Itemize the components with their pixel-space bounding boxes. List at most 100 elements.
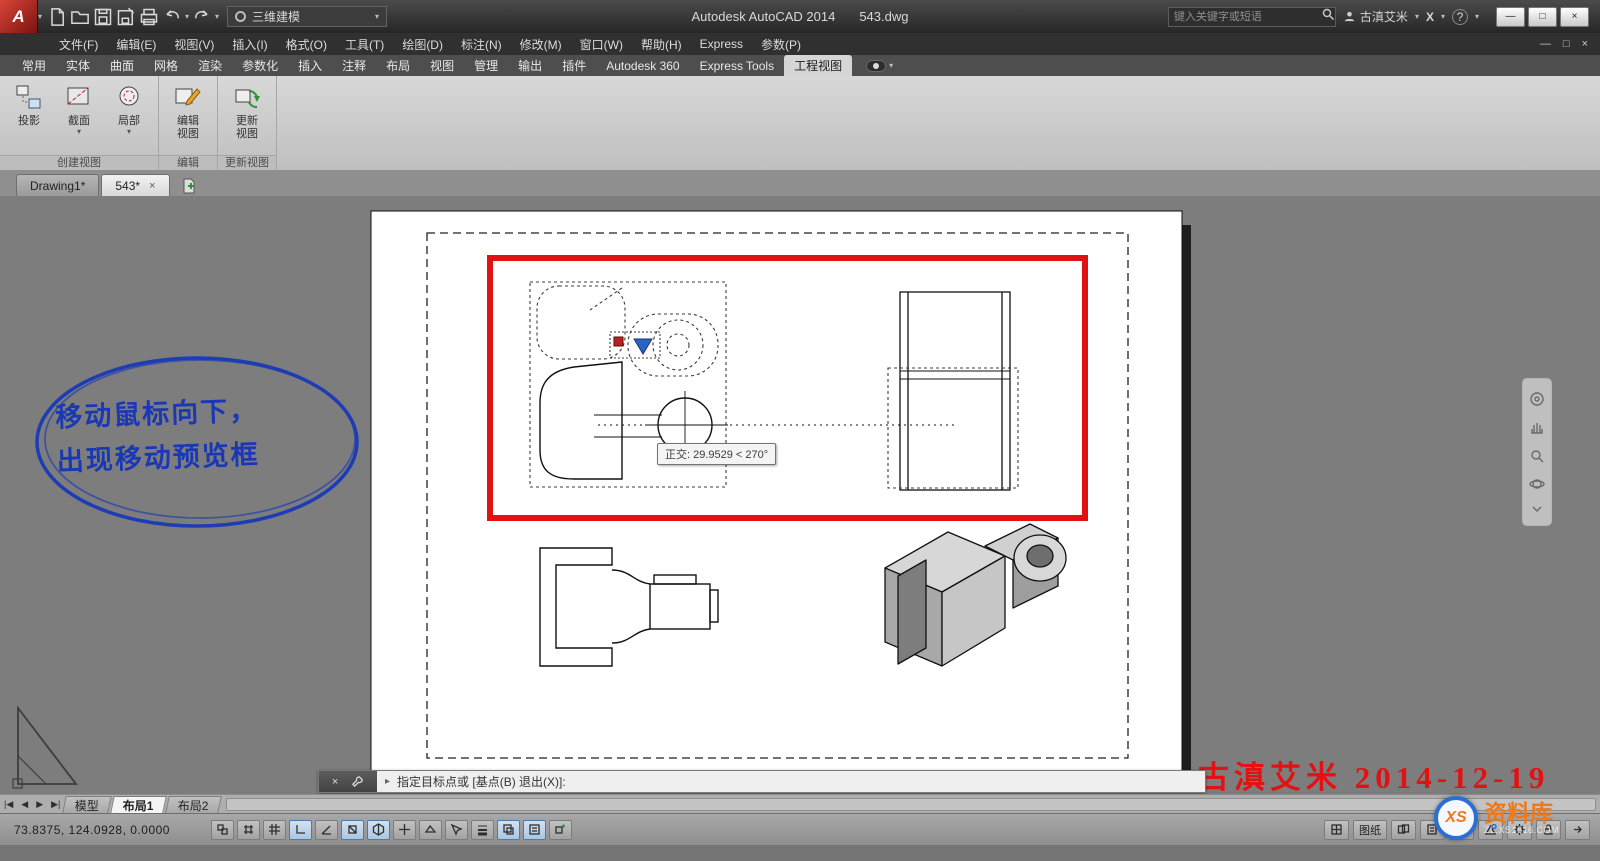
model-viewport-button[interactable] — [1324, 820, 1349, 840]
menu-edit[interactable]: 编辑(E) — [107, 33, 165, 55]
menu-express[interactable]: Express — [691, 33, 752, 55]
section-caret-icon[interactable]: ▾ — [77, 128, 81, 136]
section-view-button[interactable]: 截面 ▾ — [56, 78, 102, 154]
autocad-logo-button[interactable]: A — [0, 0, 38, 33]
command-bar-handle[interactable]: × — [319, 771, 377, 792]
search-box[interactable] — [1168, 7, 1336, 27]
close-button[interactable]: × — [1560, 7, 1589, 27]
tab-render[interactable]: 渲染 — [188, 55, 232, 76]
sign-in-user[interactable]: 古滇艾米 — [1343, 8, 1408, 25]
tab-model[interactable]: 模型 — [63, 796, 113, 813]
search-input[interactable] — [1169, 11, 1321, 23]
tab-output[interactable]: 输出 — [508, 55, 552, 76]
tab-home[interactable]: 常用 — [12, 55, 56, 76]
help-caret-icon[interactable]: ▾ — [1475, 13, 1479, 21]
save-as-icon[interactable] — [116, 7, 136, 27]
menu-view[interactable]: 视图(V) — [165, 33, 223, 55]
menu-help[interactable]: 帮助(H) — [632, 33, 691, 55]
menu-window[interactable]: 窗口(W) — [571, 33, 632, 55]
layout-next-icon[interactable]: ▶ — [32, 799, 47, 810]
new-file-icon[interactable] — [47, 7, 67, 27]
grid-toggle[interactable] — [263, 820, 286, 840]
command-line-bar[interactable]: × ▸ 指定目标点或 [基点(B) 退出(X)]: — [318, 770, 1206, 793]
panel-label-edit[interactable]: 编辑 — [159, 155, 217, 170]
tab-layout[interactable]: 布局 — [376, 55, 420, 76]
drawing-canvas[interactable] — [0, 196, 1600, 794]
tab-plugins[interactable]: 插件 — [552, 55, 596, 76]
user-caret-icon[interactable]: ▾ — [1415, 13, 1419, 21]
search-icon[interactable] — [1321, 7, 1335, 26]
tab-solid[interactable]: 实体 — [56, 55, 100, 76]
panel-label-create-view[interactable]: 创建视图 — [0, 155, 158, 170]
infer-constraints-toggle[interactable] — [211, 820, 234, 840]
undo-icon[interactable] — [162, 7, 182, 27]
tab-layout2[interactable]: 布局2 — [165, 796, 221, 813]
redo-icon[interactable] — [192, 7, 212, 27]
horizontal-scrollbar[interactable] — [226, 798, 1596, 811]
edit-view-button[interactable]: 编辑 视图 — [165, 78, 211, 154]
update-view-button[interactable]: 更新 视图 — [224, 78, 270, 154]
menu-format[interactable]: 格式(O) — [277, 33, 336, 55]
tab-mesh[interactable]: 网格 — [144, 55, 188, 76]
doc-minimize-icon[interactable]: — — [1540, 38, 1551, 50]
app-menu-caret-icon[interactable]: ▾ — [38, 13, 42, 21]
exchange-apps-icon[interactable]: X — [1426, 10, 1434, 24]
tab-insert[interactable]: 插入 — [288, 55, 332, 76]
wrench-icon[interactable] — [351, 775, 364, 788]
lineweight-toggle[interactable] — [471, 820, 494, 840]
minimize-button[interactable]: — — [1496, 7, 1525, 27]
file-tab-close-icon[interactable]: × — [149, 180, 155, 192]
save-icon[interactable] — [93, 7, 113, 27]
projection-view-button[interactable]: 投影 — [6, 78, 52, 154]
menu-modify[interactable]: 修改(M) — [511, 33, 571, 55]
plot-icon[interactable] — [139, 7, 159, 27]
quick-properties-toggle[interactable] — [523, 820, 546, 840]
layout-first-icon[interactable]: |◀ — [0, 799, 17, 810]
menu-tools[interactable]: 工具(T) — [336, 33, 393, 55]
menu-dimension[interactable]: 标注(N) — [452, 33, 511, 55]
file-tab-drawing1[interactable]: Drawing1* — [16, 174, 99, 196]
clean-screen-button[interactable] — [1565, 820, 1590, 840]
doc-restore-icon[interactable]: □ — [1563, 38, 1570, 50]
snap-toggle[interactable] — [237, 820, 260, 840]
tab-annotate[interactable]: 注释 — [332, 55, 376, 76]
tab-layout1[interactable]: 布局1 — [111, 796, 167, 813]
workspace-dropdown[interactable]: 三维建模 ▾ — [227, 6, 387, 27]
layout-prev-icon[interactable]: ◀ — [17, 799, 32, 810]
command-close-icon[interactable]: × — [332, 776, 338, 788]
polar-toggle[interactable] — [315, 820, 338, 840]
ribbon-minimize-control[interactable]: ▾ — [858, 55, 901, 76]
help-icon[interactable]: ? — [1452, 9, 1468, 25]
tab-parametric[interactable]: 参数化 — [232, 55, 288, 76]
file-tab-543[interactable]: 543* × — [101, 174, 169, 196]
detail-caret-icon[interactable]: ▾ — [127, 128, 131, 136]
tab-surface[interactable]: 曲面 — [100, 55, 144, 76]
osnap-toggle[interactable] — [341, 820, 364, 840]
panel-label-update-view[interactable]: 更新视图 — [218, 155, 276, 170]
tab-manage[interactable]: 管理 — [464, 55, 508, 76]
detail-view-button[interactable]: 局部 ▾ — [106, 78, 152, 154]
redo-caret-icon[interactable]: ▾ — [215, 13, 219, 21]
new-drawing-tab-button[interactable] — [178, 176, 200, 196]
layout-last-icon[interactable]: ▶| — [47, 799, 64, 810]
navigation-bar[interactable] — [1522, 378, 1552, 526]
ortho-toggle[interactable] — [289, 820, 312, 840]
tab-express-tools[interactable]: Express Tools — [690, 55, 784, 76]
undo-caret-icon[interactable]: ▾ — [185, 13, 189, 21]
command-input[interactable]: ▸ 指定目标点或 [基点(B) 退出(X)]: — [377, 771, 1205, 792]
menu-draw[interactable]: 绘图(D) — [393, 33, 452, 55]
menu-insert[interactable]: 插入(I) — [223, 33, 276, 55]
menu-file[interactable]: 文件(F) — [50, 33, 107, 55]
tab-engineering-views[interactable]: 工程视图 — [784, 55, 852, 76]
ducs-toggle[interactable] — [419, 820, 442, 840]
exchange-caret-icon[interactable]: ▾ — [1441, 13, 1445, 21]
tab-autodesk360[interactable]: Autodesk 360 — [596, 55, 689, 76]
maximize-button[interactable]: □ — [1528, 7, 1557, 27]
open-folder-icon[interactable] — [70, 7, 90, 27]
transparency-toggle[interactable] — [497, 820, 520, 840]
doc-close-icon[interactable]: × — [1582, 38, 1588, 50]
coordinates-readout[interactable]: 73.8375, 124.0928, 0.0000 — [0, 823, 205, 837]
tab-view[interactable]: 视图 — [420, 55, 464, 76]
menu-parametric[interactable]: 参数(P) — [752, 33, 810, 55]
otrack-toggle[interactable] — [393, 820, 416, 840]
